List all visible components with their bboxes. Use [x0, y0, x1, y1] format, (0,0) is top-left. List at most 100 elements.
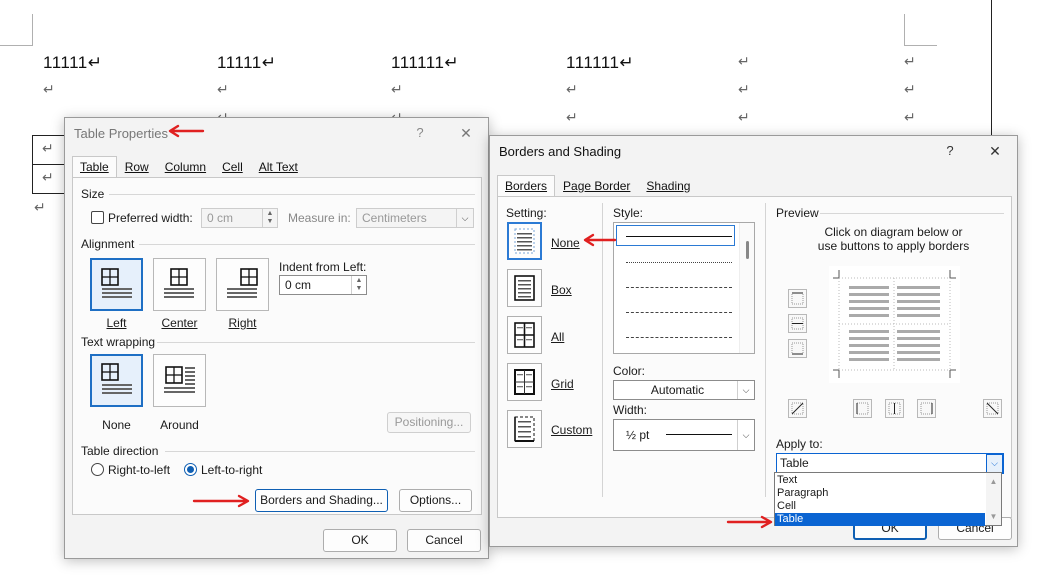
align-right-option[interactable]: [216, 258, 269, 311]
tab-column[interactable]: Column: [157, 156, 214, 177]
apply-to-dropdown-list[interactable]: Text Paragraph Cell Table ▲ ▼: [774, 472, 1002, 526]
help-button[interactable]: ?: [939, 142, 961, 160]
measure-in-label: Measure in:: [288, 211, 351, 225]
align-center-label: Center: [161, 316, 198, 330]
vertical-divider: [602, 203, 603, 497]
options-button[interactable]: Options...: [399, 489, 472, 512]
page-corner-mark: [0, 14, 33, 46]
style-line-dashed-small[interactable]: [626, 287, 732, 288]
apply-option-table[interactable]: Table: [775, 513, 985, 526]
table-cell-text: 11111↵: [217, 53, 277, 72]
page-corner-mark: [904, 14, 937, 46]
indent-label: Indent from Left:: [279, 260, 367, 274]
border-right-icon: [920, 402, 933, 415]
style-line-dotted[interactable]: [626, 262, 732, 263]
positioning-button[interactable]: Positioning...: [387, 412, 471, 433]
tab-page-border[interactable]: Page Border: [555, 175, 638, 196]
preferred-width-checkbox[interactable]: [91, 211, 104, 224]
indent-input[interactable]: 0 cm ▲ ▼: [279, 275, 367, 295]
paragraph-mark: ↵: [43, 82, 55, 98]
width-label: Width:: [613, 403, 648, 417]
style-list[interactable]: [613, 222, 755, 354]
left-to-right-radio[interactable]: [184, 463, 197, 476]
tab-borders[interactable]: Borders: [497, 175, 556, 196]
setting-box-option[interactable]: [507, 269, 542, 307]
border-diagonal-up-icon: [791, 402, 804, 415]
wrap-none-label: None: [102, 418, 131, 432]
wrap-none-icon: [101, 363, 132, 394]
table-properties-dialog: Table Properties ? ✕ Table Row Column Ce…: [64, 117, 489, 559]
setting-grid-option[interactable]: [507, 363, 542, 401]
inside-horizontal-border-button[interactable]: [788, 314, 807, 333]
align-left-option[interactable]: [90, 258, 143, 311]
paragraph-mark: ↵: [42, 141, 54, 157]
tab-bar: Borders Page Border Shading: [497, 175, 698, 196]
apply-option-paragraph[interactable]: Paragraph: [775, 487, 1001, 500]
divider: [109, 194, 475, 195]
setting-none-option[interactable]: [507, 222, 542, 260]
annotation-arrow: [168, 124, 205, 138]
color-label: Color:: [613, 364, 646, 378]
border-none-icon: [514, 228, 535, 254]
tab-alt-text[interactable]: Alt Text: [251, 156, 306, 177]
style-line-dash-dot[interactable]: [626, 337, 732, 338]
style-line-dashed[interactable]: [626, 312, 732, 313]
align-right-label: Right: [228, 316, 257, 330]
preview-diagram[interactable]: [829, 266, 960, 383]
spinner-icon[interactable]: ▲ ▼: [351, 276, 366, 294]
ok-button[interactable]: OK: [323, 529, 397, 552]
setting-custom-option[interactable]: [507, 410, 542, 448]
close-icon[interactable]: ✕: [984, 142, 1006, 160]
setting-all-option[interactable]: [507, 316, 542, 354]
setting-custom-label: Custom: [551, 423, 593, 437]
close-icon[interactable]: ✕: [455, 124, 477, 142]
tab-bar: Table Row Column Cell Alt Text: [72, 156, 306, 177]
apply-option-text[interactable]: Text: [775, 474, 1001, 487]
apply-option-cell[interactable]: Cell: [775, 500, 1001, 513]
style-label: Style:: [613, 206, 644, 220]
tab-row[interactable]: Row: [117, 156, 157, 177]
right-to-left-radio[interactable]: [91, 463, 104, 476]
paragraph-mark: ↵: [566, 110, 578, 126]
inside-vertical-border-button[interactable]: [885, 399, 904, 418]
tab-label: Alt Text: [258, 160, 298, 174]
apply-to-select[interactable]: Table ⌵: [776, 453, 1004, 474]
help-button[interactable]: ?: [409, 124, 431, 142]
right-to-left-label: Right-to-left: [108, 463, 171, 477]
border-bottom-icon: [791, 342, 804, 355]
cancel-button[interactable]: Cancel: [407, 529, 481, 552]
preview-table-icon: [833, 270, 956, 378]
paragraph-mark: ↵: [904, 54, 916, 70]
diagonal-up-border-button[interactable]: [983, 399, 1002, 418]
width-select[interactable]: ½ pt ⌵: [613, 419, 755, 451]
paragraph-mark: ↵: [566, 82, 578, 98]
chevron-down-icon: ⌵: [986, 454, 1003, 473]
border-inside-horizontal-icon: [791, 317, 804, 330]
top-border-button[interactable]: [788, 289, 807, 308]
tab-table[interactable]: Table: [72, 156, 117, 177]
style-list-scrollbar[interactable]: [739, 223, 754, 353]
scrollbar-thumb[interactable]: [746, 241, 749, 259]
border-grid-icon: [514, 369, 535, 395]
tab-label: Shading: [646, 179, 691, 193]
measure-in-select[interactable]: Centimeters ⌵: [356, 208, 474, 228]
wrap-none-option[interactable]: [90, 354, 143, 407]
align-center-option[interactable]: [153, 258, 206, 311]
right-border-button[interactable]: [917, 399, 936, 418]
diagonal-down-border-button[interactable]: [788, 399, 807, 418]
preferred-width-value: 0 cm: [207, 211, 234, 225]
table-cell-text: 111111↵: [391, 53, 460, 72]
spinner-icon[interactable]: ▲ ▼: [262, 209, 277, 227]
color-select[interactable]: Automatic ⌵: [613, 380, 755, 400]
tab-shading[interactable]: Shading: [638, 175, 698, 196]
wrap-around-option[interactable]: [153, 354, 206, 407]
tab-cell[interactable]: Cell: [214, 156, 251, 177]
table-border: [32, 135, 66, 136]
preview-label: Preview: [776, 206, 819, 220]
borders-and-shading-button[interactable]: Borders and Shading...: [255, 489, 388, 512]
left-border-button[interactable]: [853, 399, 872, 418]
bottom-border-button[interactable]: [788, 339, 807, 358]
preferred-width-input[interactable]: 0 cm ▲ ▼: [201, 208, 278, 228]
wrap-around-label: Around: [160, 418, 199, 432]
dropdown-scrollbar[interactable]: ▲ ▼: [986, 473, 1001, 525]
